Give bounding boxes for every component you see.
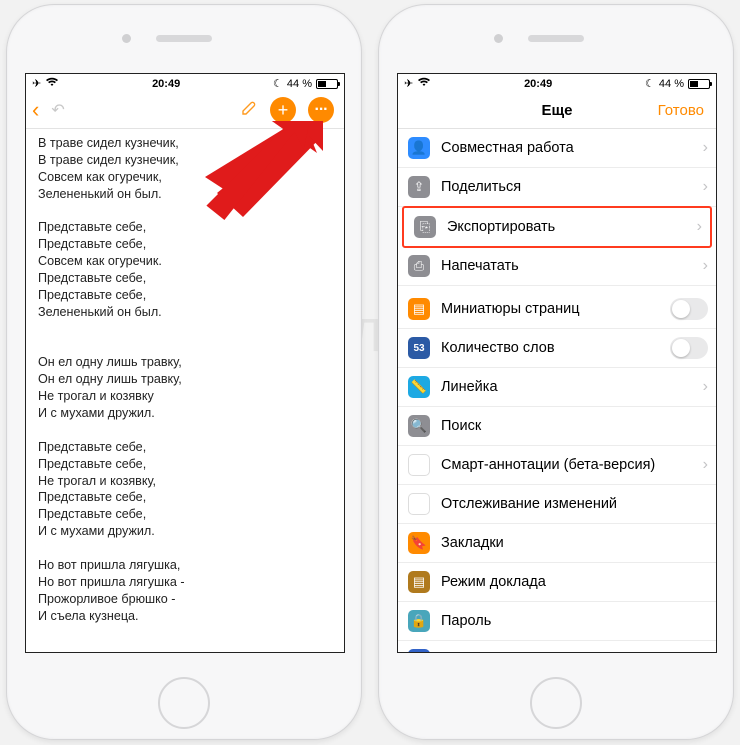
add-button[interactable]: +: [270, 97, 296, 123]
track-icon: ≣: [408, 493, 430, 515]
menu-item-label: Напечатать: [441, 258, 692, 274]
menu-item-count-icon[interactable]: 53 Количество слов: [398, 329, 716, 368]
more-title: Еще: [541, 102, 572, 119]
speaker-slot: [156, 35, 212, 42]
done-button[interactable]: Готово: [658, 102, 704, 119]
more-nav-bar: Еще Готово: [398, 92, 716, 129]
menu-item-label: Поделиться: [441, 179, 692, 195]
undo-button[interactable]: ↶: [51, 100, 64, 120]
menu-item-lock-icon[interactable]: 🔒 Пароль: [398, 602, 716, 641]
moon-icon: ☾: [273, 77, 283, 90]
menu-item-present-icon[interactable]: ▤ Режим доклада: [398, 563, 716, 602]
more-button[interactable]: ···: [308, 97, 334, 123]
share-icon: ⇪: [408, 176, 430, 198]
back-button[interactable]: ‹: [32, 97, 39, 123]
chevron-right-icon: ›: [703, 178, 708, 196]
bookmark-icon: 🔖: [408, 532, 430, 554]
export-icon: ⎘: [414, 216, 436, 238]
menu-item-share-icon[interactable]: ⇪ Поделиться ›: [398, 168, 716, 207]
ruler-icon: 📏: [408, 376, 430, 398]
battery-pct: 44 %: [287, 78, 312, 90]
chevron-right-icon: ›: [703, 456, 708, 474]
menu-item-label: Количество слов: [441, 340, 659, 356]
home-button[interactable]: [530, 677, 582, 729]
menu-item-label: Режим доклада: [441, 574, 708, 590]
menu-item-ruler-icon[interactable]: 📏 Линейка ›: [398, 368, 716, 407]
status-bar: ✈︎ 20:49 ☾ 44 %: [26, 74, 344, 92]
menu-item-smart-icon[interactable]: ✎ Смарт-аннотации (бета-версия) ›: [398, 446, 716, 485]
document-body[interactable]: В траве сидел кузнечик, В траве сидел ку…: [26, 129, 344, 634]
menu-item-label: Экспортировать: [447, 219, 686, 235]
brush-button[interactable]: [240, 99, 258, 122]
menu-item-person-icon[interactable]: 👤 Совместная работа ›: [398, 129, 716, 168]
editor-toolbar: ‹ ↶ + ···: [26, 92, 344, 129]
menu-item-label: Закладки: [441, 535, 708, 551]
battery-icon: [688, 79, 710, 89]
thumbs-icon: ▤: [408, 298, 430, 320]
toggle-switch[interactable]: [670, 337, 708, 359]
smart-icon: ✎: [408, 454, 430, 476]
menu-item-thumbs-icon[interactable]: ▤ Миниатюры страниц: [398, 290, 716, 329]
menu-item-label: Линейка: [441, 379, 692, 395]
print-icon: ⎙: [408, 255, 430, 277]
menu-item-search-icon[interactable]: 🔍 Поиск: [398, 407, 716, 446]
status-time: 20:49: [524, 78, 552, 90]
more-menu-list: 👤 Совместная работа › ⇪ Поделиться › ⎘ Экспорти…: [398, 129, 716, 653]
wifi-icon: [417, 77, 431, 90]
count-icon: 53: [408, 337, 430, 359]
menu-item-label: Миниатюры страниц: [441, 301, 659, 317]
speaker-slot: [528, 35, 584, 42]
menu-item-label: Опубликовать в Apple Books: [441, 652, 692, 653]
screen-left: ✈︎ 20:49 ☾ 44 % ‹ ↶ + ···: [25, 73, 345, 653]
wifi-icon: [45, 77, 59, 90]
menu-item-book-icon[interactable]: ▯ Опубликовать в Apple Books ›: [398, 641, 716, 653]
toggle-switch[interactable]: [670, 298, 708, 320]
status-time: 20:49: [152, 78, 180, 90]
chevron-right-icon: ›: [703, 651, 708, 653]
present-icon: ▤: [408, 571, 430, 593]
menu-item-bookmark-icon[interactable]: 🔖 Закладки: [398, 524, 716, 563]
phone-mockup-right: ✈︎ 20:49 ☾ 44 % Еще Готово 👤 Совместная р…: [378, 4, 734, 740]
camera-dot: [122, 34, 131, 43]
menu-item-export-icon[interactable]: ⎘ Экспортировать ›: [402, 206, 712, 248]
menu-item-label: Поиск: [441, 418, 708, 434]
chevron-right-icon: ›: [703, 257, 708, 275]
menu-item-label: Пароль: [441, 613, 708, 629]
menu-item-label: Смарт-аннотации (бета-версия): [441, 457, 692, 473]
screen-right: ✈︎ 20:49 ☾ 44 % Еще Готово 👤 Совместная р…: [397, 73, 717, 653]
menu-item-label: Отслеживание изменений: [441, 496, 708, 512]
phone-mockup-left: ✈︎ 20:49 ☾ 44 % ‹ ↶ + ···: [6, 4, 362, 740]
chevron-right-icon: ›: [703, 139, 708, 157]
search-icon: 🔍: [408, 415, 430, 437]
person-icon: 👤: [408, 137, 430, 159]
moon-icon: ☾: [645, 77, 655, 90]
lock-icon: 🔒: [408, 610, 430, 632]
battery-icon: [316, 79, 338, 89]
chevron-right-icon: ›: [703, 378, 708, 396]
airplane-icon: ✈︎: [32, 77, 41, 90]
menu-item-print-icon[interactable]: ⎙ Напечатать ›: [398, 247, 716, 286]
menu-item-label: Совместная работа: [441, 140, 692, 156]
camera-dot: [494, 34, 503, 43]
airplane-icon: ✈︎: [404, 77, 413, 90]
home-button[interactable]: [158, 677, 210, 729]
book-icon: ▯: [408, 649, 430, 653]
status-bar: ✈︎ 20:49 ☾ 44 %: [398, 74, 716, 92]
menu-item-track-icon[interactable]: ≣ Отслеживание изменений: [398, 485, 716, 524]
chevron-right-icon: ›: [697, 218, 702, 236]
battery-pct: 44 %: [659, 78, 684, 90]
